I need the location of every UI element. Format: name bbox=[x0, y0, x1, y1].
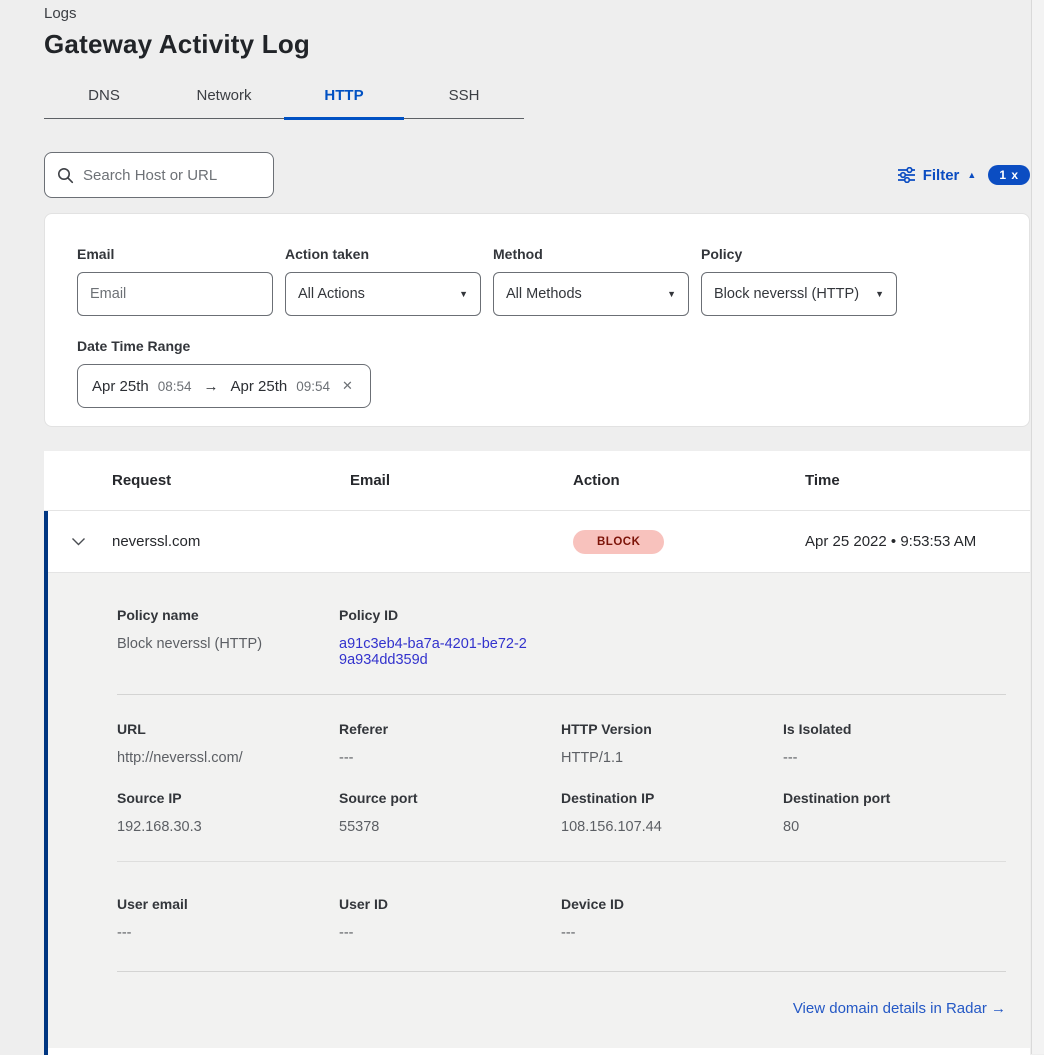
expanded-row-details: Policy name Block neverssl (HTTP) Policy… bbox=[44, 573, 1030, 1048]
date-range-field: Date Time Range Apr 25th 08:54 → Apr 25t… bbox=[77, 338, 997, 408]
search-box[interactable] bbox=[44, 152, 274, 198]
tab-http[interactable]: HTTP bbox=[284, 77, 404, 120]
referer-value: --- bbox=[339, 750, 561, 766]
source-port-value: 55378 bbox=[339, 819, 561, 835]
method-filter-label: Method bbox=[493, 246, 689, 262]
col-header-request: Request bbox=[112, 472, 350, 489]
email-filter-field: Email bbox=[77, 246, 273, 316]
destination-port-value: 80 bbox=[783, 819, 1006, 835]
user-email-label: User email bbox=[117, 896, 339, 912]
page-title: Gateway Activity Log bbox=[44, 29, 1030, 60]
chevron-down-icon bbox=[71, 537, 86, 546]
breadcrumb: Logs bbox=[44, 0, 1030, 22]
method-select[interactable]: All Methods ▼ bbox=[493, 272, 689, 316]
is-isolated-label: Is Isolated bbox=[783, 721, 1006, 737]
table-row[interactable]: neverssl.com BLOCK Apr 25 2022 • 9:53:53… bbox=[44, 511, 1030, 573]
user-info-section: User email --- User ID --- Device ID --- bbox=[117, 862, 1006, 971]
destination-port-label: Destination port bbox=[783, 790, 1006, 806]
start-time: 08:54 bbox=[158, 379, 192, 394]
end-date: Apr 25th bbox=[231, 378, 288, 395]
referer-label: Referer bbox=[339, 721, 561, 737]
clear-date-range-icon[interactable]: ✕ bbox=[342, 378, 353, 394]
end-time: 09:54 bbox=[296, 379, 330, 394]
table-header-row: Request Email Action Time bbox=[44, 451, 1030, 511]
radar-link-row: View domain details in Radar → bbox=[117, 972, 1006, 1048]
date-range-input[interactable]: Apr 25th 08:54 → Apr 25th 09:54 ✕ bbox=[77, 364, 371, 408]
policy-select-value: Block neverssl (HTTP) bbox=[714, 286, 859, 302]
policy-filter-label: Policy bbox=[701, 246, 897, 262]
view-radar-link[interactable]: View domain details in Radar → bbox=[793, 1000, 1006, 1017]
policy-filter-field: Policy Block neverssl (HTTP) ▼ bbox=[701, 246, 897, 316]
page-scrollbar[interactable] bbox=[1031, 0, 1044, 1054]
filter-panel: Email Action taken All Actions ▼ Method … bbox=[44, 213, 1030, 427]
user-id-label: User ID bbox=[339, 896, 561, 912]
search-icon bbox=[57, 167, 74, 184]
action-select-value: All Actions bbox=[298, 286, 365, 302]
tab-ssh[interactable]: SSH bbox=[404, 77, 524, 120]
method-select-value: All Methods bbox=[506, 286, 582, 302]
action-filter-label: Action taken bbox=[285, 246, 481, 262]
caret-down-icon: ▼ bbox=[667, 289, 676, 299]
user-id-value: --- bbox=[339, 925, 561, 941]
policy-name-label: Policy name bbox=[117, 607, 339, 623]
policy-id-link[interactable]: a91c3eb4-ba7a-4201-be72-29a934dd359d bbox=[339, 636, 529, 668]
row-expand-chevron[interactable] bbox=[44, 537, 112, 546]
policy-name-value: Block neverssl (HTTP) bbox=[117, 636, 339, 652]
caret-down-icon: ▼ bbox=[875, 289, 884, 299]
user-email-value: --- bbox=[117, 925, 339, 941]
tab-network[interactable]: Network bbox=[164, 77, 284, 120]
main-content: Logs Gateway Activity Log DNS Network HT… bbox=[44, 0, 1030, 1055]
device-id-value: --- bbox=[561, 925, 1006, 941]
row-request: neverssl.com bbox=[112, 533, 350, 550]
destination-ip-value: 108.156.107.44 bbox=[561, 819, 783, 835]
tab-dns[interactable]: DNS bbox=[44, 77, 164, 120]
device-id-label: Device ID bbox=[561, 896, 1006, 912]
filter-count-badge[interactable]: 1 x bbox=[988, 165, 1030, 185]
policy-section: Policy name Block neverssl (HTTP) Policy… bbox=[117, 573, 1006, 694]
action-filter-field: Action taken All Actions ▼ bbox=[285, 246, 481, 316]
url-label: URL bbox=[117, 721, 339, 737]
is-isolated-value: --- bbox=[783, 750, 1006, 766]
search-filter-row: Filter ▲ 1 x bbox=[44, 152, 1030, 198]
selected-row-indicator bbox=[44, 511, 48, 1055]
policy-select[interactable]: Block neverssl (HTTP) ▼ bbox=[701, 272, 897, 316]
col-header-email: Email bbox=[350, 472, 573, 489]
start-date: Apr 25th bbox=[92, 378, 149, 395]
policy-id-label: Policy ID bbox=[339, 607, 1006, 623]
caret-up-icon: ▲ bbox=[967, 171, 976, 180]
action-select[interactable]: All Actions ▼ bbox=[285, 272, 481, 316]
method-filter-field: Method All Methods ▼ bbox=[493, 246, 689, 316]
email-filter-input[interactable] bbox=[90, 286, 260, 302]
source-port-label: Source port bbox=[339, 790, 561, 806]
date-range-label: Date Time Range bbox=[77, 338, 997, 354]
source-ip-label: Source IP bbox=[117, 790, 339, 806]
filter-label: Filter bbox=[923, 167, 960, 184]
col-header-action: Action bbox=[573, 472, 805, 489]
filter-sliders-icon bbox=[898, 167, 915, 183]
filter-toggle-button[interactable]: Filter ▲ 1 x bbox=[898, 165, 1030, 185]
tab-bar: DNS Network HTTP SSH bbox=[44, 77, 524, 119]
email-filter-label: Email bbox=[77, 246, 273, 262]
activity-log-table: Request Email Action Time neverssl.com B… bbox=[44, 451, 1030, 1055]
url-value: http://neverssl.com/ bbox=[117, 750, 339, 766]
network-info-section: Source IP 192.168.30.3 Source port 55378… bbox=[117, 788, 1006, 861]
row-time: Apr 25 2022 • 9:53:53 AM bbox=[805, 533, 1030, 550]
http-version-label: HTTP Version bbox=[561, 721, 783, 737]
search-input[interactable] bbox=[83, 167, 261, 184]
block-status-badge: BLOCK bbox=[573, 530, 664, 554]
http-version-value: HTTP/1.1 bbox=[561, 750, 783, 766]
col-header-time: Time bbox=[805, 472, 1030, 489]
caret-down-icon: ▼ bbox=[459, 289, 468, 299]
arrow-right-icon: → bbox=[201, 378, 222, 395]
http-info-section: URL http://neverssl.com/ Referer --- HTT… bbox=[117, 695, 1006, 788]
destination-ip-label: Destination IP bbox=[561, 790, 783, 806]
source-ip-value: 192.168.30.3 bbox=[117, 819, 339, 835]
